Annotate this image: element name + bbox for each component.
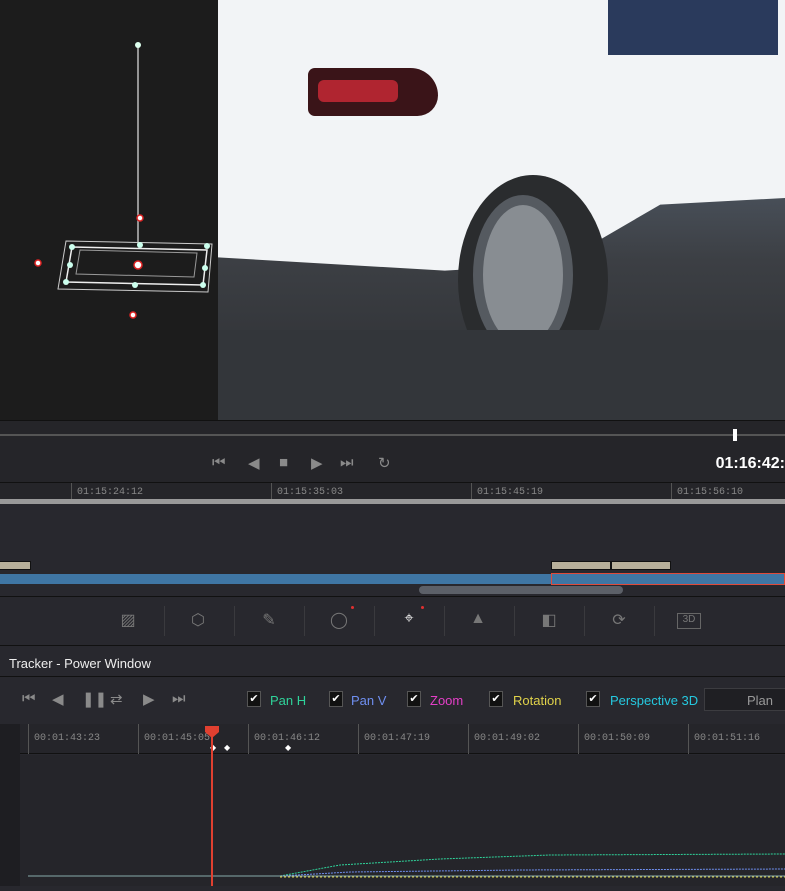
scrub-bar[interactable] bbox=[0, 434, 785, 436]
zoom-label: Zoom bbox=[430, 693, 464, 708]
blur-icon[interactable]: ▲ bbox=[466, 610, 490, 632]
pause-icon[interactable]: ❚❚ bbox=[82, 690, 107, 708]
tracker-curves bbox=[28, 853, 785, 878]
tracker-controls: ⏮ ◀ ❚❚ ⇄ ▶ ⏭ ✔ Pan H ✔ Pan V ✔ Zoom ✔ Rotati… bbox=[0, 678, 785, 723]
ruler-tick: 00:01:50:09 bbox=[578, 724, 650, 754]
track-reverse-icon[interactable]: ◀ bbox=[52, 690, 64, 708]
mini-timeline-ruler[interactable]: 01:15:24:12 01:15:35:03 01:15:45:19 01:1… bbox=[0, 482, 785, 501]
pan-h-label: Pan H bbox=[270, 693, 307, 708]
3d-icon[interactable]: 3D bbox=[677, 613, 701, 629]
loop-icon[interactable]: ↻ bbox=[378, 454, 391, 472]
pan-h-checkbox[interactable]: ✔ bbox=[247, 691, 261, 707]
ruler-tick: 00:01:47:19 bbox=[358, 724, 430, 754]
viewer-transport: ⏮ ◀ ■ ▶ ⏭ ↻ 01:16:42: bbox=[0, 420, 785, 482]
mini-timeline-tracks[interactable] bbox=[0, 504, 785, 597]
mode-dropdown[interactable]: Plan bbox=[704, 688, 785, 711]
panel-title: Tracker - Power Window bbox=[9, 656, 151, 671]
power-window-overlay[interactable] bbox=[0, 0, 218, 420]
zoom-checkbox[interactable]: ✔ bbox=[407, 691, 421, 707]
track-both-icon[interactable]: ⇄ bbox=[110, 690, 123, 708]
curves-icon[interactable]: ▨ bbox=[116, 610, 140, 632]
pan-v-label: Pan V bbox=[351, 693, 387, 708]
pan-v-checkbox[interactable]: ✔ bbox=[329, 691, 343, 707]
clip[interactable] bbox=[551, 561, 611, 570]
rotation-label: Rotation bbox=[513, 693, 562, 708]
play-icon[interactable]: ▶ bbox=[311, 454, 323, 472]
keyframe-icon[interactable]: ◆ bbox=[224, 743, 230, 752]
perspective-3d-checkbox[interactable]: ✔ bbox=[586, 691, 600, 707]
track-to-end-icon[interactable]: ⏭ bbox=[172, 690, 186, 707]
viewer[interactable] bbox=[0, 0, 785, 420]
tracker-ruler[interactable]: 00:01:43:23 00:01:45:05 00:01:46:12 00:0… bbox=[20, 724, 785, 754]
keyframe-icon[interactable]: ◆ bbox=[285, 743, 291, 752]
ruler-tick: 00:01:43:23 bbox=[28, 724, 100, 754]
clip[interactable] bbox=[611, 561, 671, 570]
ruler-tick: 00:01:51:16 bbox=[688, 724, 760, 754]
tracker-icon[interactable]: ⌖ bbox=[397, 610, 421, 632]
current-clip-bar[interactable] bbox=[551, 573, 785, 585]
key-icon[interactable]: ◧ bbox=[537, 610, 561, 632]
qualifier-icon[interactable]: ✎ bbox=[257, 610, 281, 632]
sizing-icon[interactable]: ⟳ bbox=[607, 610, 631, 632]
track-forward-icon[interactable]: ▶ bbox=[143, 690, 155, 708]
stop-icon[interactable]: ■ bbox=[279, 454, 288, 471]
perspective-3d-label: Perspective 3D bbox=[610, 693, 699, 708]
skip-to-end-icon[interactable]: ⏭ bbox=[340, 454, 354, 471]
rotation-checkbox[interactable]: ✔ bbox=[489, 691, 503, 707]
ruler-tick: 00:01:45:05 bbox=[138, 724, 210, 754]
tracker-header: Tracker - Power Window bbox=[0, 647, 785, 677]
color-warper-icon[interactable]: ⬡ bbox=[186, 610, 210, 632]
window-icon[interactable]: ◯ bbox=[327, 610, 351, 632]
horizontal-scrollbar[interactable] bbox=[419, 586, 623, 594]
skip-to-start-icon[interactable]: ⏮ bbox=[212, 454, 226, 471]
ruler-tick: 00:01:49:02 bbox=[468, 724, 540, 754]
clip[interactable] bbox=[0, 561, 31, 570]
scrub-playhead[interactable] bbox=[733, 429, 737, 441]
palette-toolbar: ▨ ⬡ ✎ ◯ ⌖ ▲ ◧ ⟳ 3D bbox=[0, 598, 785, 646]
graph-left-gutter bbox=[0, 724, 20, 886]
tracker-playhead[interactable] bbox=[211, 734, 213, 886]
video-frame bbox=[218, 0, 785, 420]
timecode: 01:16:42: bbox=[715, 455, 785, 472]
track-to-start-icon[interactable]: ⏮ bbox=[22, 690, 36, 707]
step-back-icon[interactable]: ◀ bbox=[248, 454, 260, 472]
ruler-tick: 00:01:46:12 bbox=[248, 724, 320, 754]
video-track-bar[interactable] bbox=[0, 574, 551, 584]
tracker-graph[interactable] bbox=[20, 755, 785, 886]
